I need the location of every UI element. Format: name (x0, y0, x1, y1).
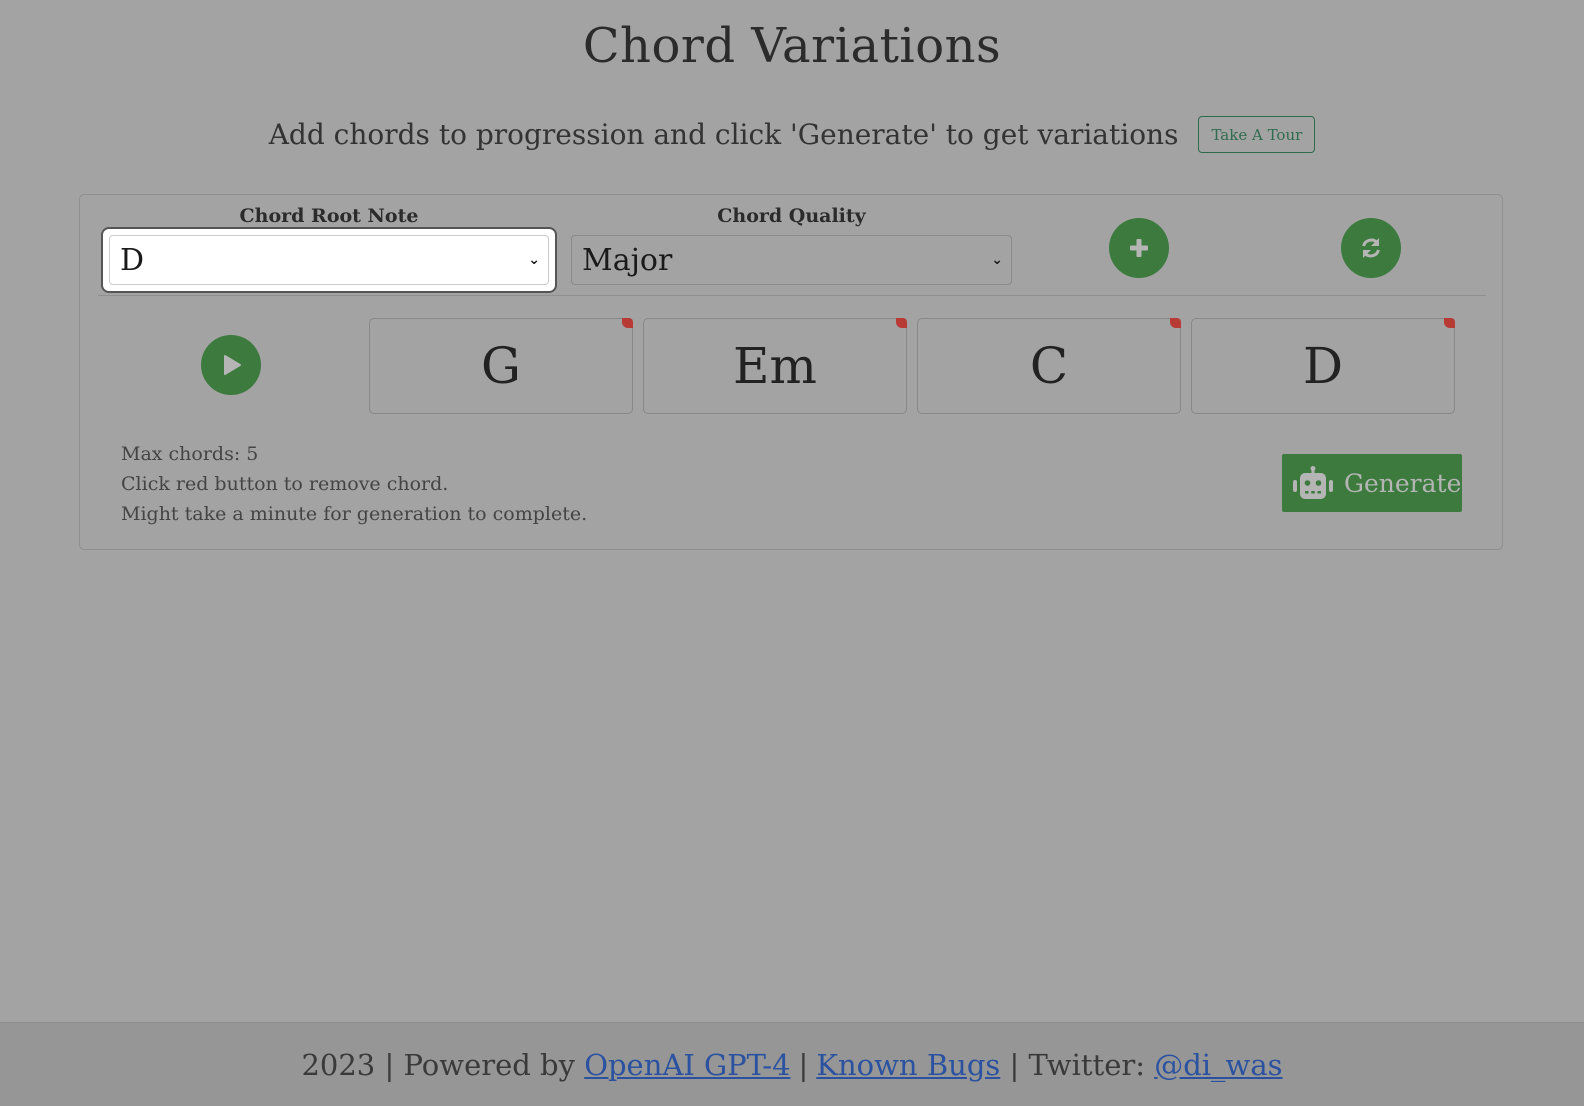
subtitle-row: Add chords to progression and click 'Gen… (0, 116, 1584, 153)
wait-hint-note: Might take a minute for generation to co… (121, 503, 588, 525)
chord-quality-label: Chord Quality (717, 205, 866, 227)
chord-name: C (1029, 337, 1069, 395)
remove-chord-button[interactable] (1170, 318, 1181, 328)
add-chord-button[interactable] (1109, 218, 1169, 278)
chevron-down-icon: ⌄ (991, 252, 1003, 268)
twitter-link[interactable]: @di_was (1154, 1048, 1282, 1082)
remove-chord-button[interactable] (622, 318, 633, 328)
chord-builder-panel: Chord Root Note D ⌄ Chord Quality Major … (79, 194, 1503, 550)
footer: 2023 | Powered by OpenAI GPT-4 | Known B… (0, 1022, 1584, 1106)
refresh-icon (1362, 238, 1380, 258)
take-tour-button[interactable]: Take A Tour (1198, 116, 1316, 153)
chord-card[interactable]: C (917, 318, 1181, 414)
robot-icon (1293, 466, 1333, 499)
instructions-text: Add chords to progression and click 'Gen… (268, 118, 1179, 151)
known-bugs-link[interactable]: Known Bugs (816, 1048, 1000, 1082)
plus-icon (1130, 239, 1148, 257)
reset-button[interactable] (1341, 218, 1401, 278)
chord-name: D (1302, 337, 1344, 395)
root-note-highlight: D ⌄ (103, 229, 555, 291)
chevron-down-icon: ⌄ (528, 252, 540, 268)
help-notes: Max chords: 5 Click red button to remove… (121, 439, 587, 529)
generate-label: Generate (1344, 468, 1462, 498)
play-icon (224, 355, 241, 375)
openai-link[interactable]: OpenAI GPT-4 (584, 1048, 790, 1082)
footer-separator: | (798, 1047, 809, 1082)
chord-card[interactable]: G (369, 318, 633, 414)
chord-card[interactable]: D (1191, 318, 1455, 414)
twitter-label: | Twitter: (1009, 1047, 1146, 1082)
generate-button[interactable]: Generate (1282, 454, 1462, 512)
chord-name: G (481, 337, 521, 395)
footer-prefix: 2023 | Powered by (301, 1047, 575, 1082)
chord-quality-value: Major (582, 242, 673, 278)
divider (98, 295, 1486, 296)
chord-name: Em (733, 337, 817, 395)
chord-quality-select[interactable]: Major ⌄ (571, 235, 1012, 285)
remove-hint-note: Click red button to remove chord. (121, 473, 449, 495)
page-title: Chord Variations (582, 18, 1002, 74)
play-button[interactable] (201, 335, 261, 395)
remove-chord-button[interactable] (896, 318, 907, 328)
root-note-select[interactable]: D ⌄ (109, 235, 549, 285)
remove-chord-button[interactable] (1444, 318, 1455, 328)
max-chords-note: Max chords: 5 (121, 443, 259, 465)
root-note-value: D (120, 242, 145, 278)
chord-card[interactable]: Em (643, 318, 907, 414)
root-note-label: Chord Root Note (239, 205, 419, 227)
